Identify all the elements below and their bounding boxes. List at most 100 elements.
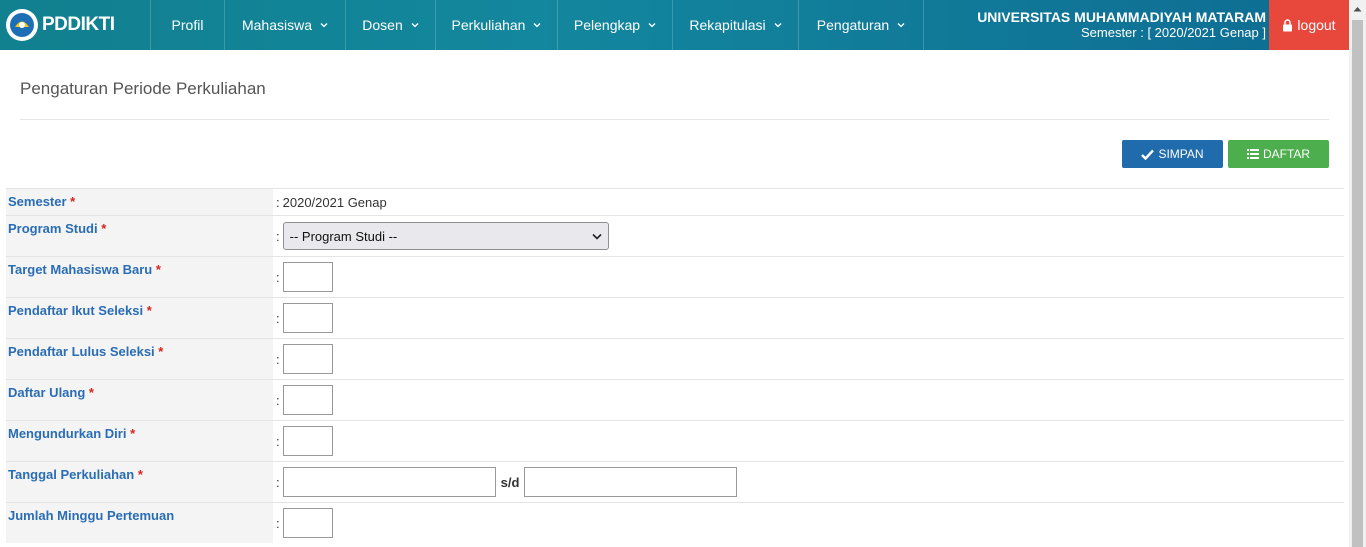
label-text: Tanggal Perkuliahan xyxy=(8,467,135,482)
field-label: Target Mahasiswa Baru * xyxy=(6,257,273,297)
list-label: DAFTAR xyxy=(1262,147,1311,161)
field-value: : xyxy=(273,257,1344,297)
label-text: Daftar Ulang xyxy=(8,385,86,400)
nav-pengaturan[interactable]: Pengaturan xyxy=(798,0,924,50)
nav-label: Dosen xyxy=(362,17,403,33)
label-text: Mengundurkan Diri xyxy=(8,426,127,441)
colon: : xyxy=(276,474,280,490)
label-text: Pendaftar Ikut Seleksi xyxy=(8,303,144,318)
semester-value: 2020/2021 Genap xyxy=(282,194,387,210)
chevron-down-icon xyxy=(411,23,419,28)
tanggal-mulai-input[interactable] xyxy=(282,467,496,497)
field-value: : xyxy=(273,421,1344,461)
mengundurkan-input[interactable] xyxy=(282,426,333,456)
program-studi-select[interactable]: -- Program Studi -- xyxy=(282,222,609,250)
field-value: : xyxy=(273,380,1344,420)
nav-label: Profil xyxy=(171,17,204,33)
field-value: : xyxy=(273,503,1344,543)
row-jumlah-minggu: Jumlah Minggu Pertemuan : xyxy=(6,502,1344,543)
scrollbar-thumb[interactable] xyxy=(1352,20,1363,547)
field-value: : -- Program Studi -- xyxy=(273,216,1344,256)
nav-label: Pengaturan xyxy=(816,17,890,33)
chevron-down-icon xyxy=(320,23,328,28)
nav-perkuliahan[interactable]: Perkuliahan xyxy=(435,0,557,50)
field-label: Pendaftar Ikut Seleksi * xyxy=(6,298,273,338)
nav-profil[interactable]: Profil xyxy=(150,0,224,50)
date-range-separator: s/d xyxy=(500,474,520,490)
nav-pelengkap[interactable]: Pelengkap xyxy=(557,0,672,50)
row-program-studi: Program Studi * : -- Program Studi -- xyxy=(6,215,1344,256)
row-daftar-ulang: Daftar Ulang * : xyxy=(6,379,1344,420)
required-mark: * xyxy=(101,221,107,236)
label-text: Pendaftar Lulus Seleksi xyxy=(8,344,155,359)
list-button[interactable]: DAFTAR xyxy=(1228,140,1329,168)
tanggal-selesai-input[interactable] xyxy=(524,467,738,497)
nav-label: Pelengkap xyxy=(573,17,641,33)
row-semester: Semester * :2020/2021 Genap xyxy=(6,188,1344,215)
field-value: :2020/2021 Genap xyxy=(273,189,1344,215)
label-text: Program Studi xyxy=(8,221,98,236)
field-label: Daftar Ulang * xyxy=(6,380,273,420)
scroll-up-icon[interactable] xyxy=(1349,0,1366,17)
nav-rekapitulasi[interactable]: Rekapitulasi xyxy=(672,0,798,50)
select-value: -- Program Studi -- xyxy=(289,228,398,244)
row-lulus-seleksi: Pendaftar Lulus Seleksi * : xyxy=(6,338,1344,379)
colon: : xyxy=(276,392,280,408)
university-info: UNIVERSITAS MUHAMMADIYAH MATARAM Semeste… xyxy=(977,0,1266,50)
field-label: Program Studi * xyxy=(6,216,273,256)
nav-label: Perkuliahan xyxy=(451,17,526,33)
colon: : xyxy=(276,351,280,367)
field-label: Mengundurkan Diri * xyxy=(6,421,273,461)
target-input[interactable] xyxy=(282,262,333,292)
chevron-down-icon xyxy=(774,23,782,28)
divider xyxy=(20,119,1329,120)
chevron-down-icon xyxy=(897,23,905,28)
field-value: : s/d xyxy=(273,462,1344,502)
label-text: Semester xyxy=(8,194,67,209)
nav-label: Rekapitulasi xyxy=(689,17,766,33)
colon: : xyxy=(276,269,280,285)
periode-form: Semester * :2020/2021 Genap Program Stud… xyxy=(6,188,1344,543)
required-mark: * xyxy=(146,303,152,318)
nav-label: Mahasiswa xyxy=(241,17,313,33)
university-name: UNIVERSITAS MUHAMMADIYAH MATARAM xyxy=(977,9,1266,25)
logout-button[interactable]: logout xyxy=(1269,0,1349,50)
colon: : xyxy=(276,310,280,326)
field-label: Tanggal Perkuliahan * xyxy=(6,462,273,502)
row-tanggal-perkuliahan: Tanggal Perkuliahan * : s/d xyxy=(6,461,1344,502)
colon: : xyxy=(276,515,280,531)
nav-mahasiswa[interactable]: Mahasiswa xyxy=(224,0,345,50)
daftar-ulang-input[interactable] xyxy=(282,385,333,415)
required-mark: * xyxy=(155,262,161,277)
required-mark: * xyxy=(158,344,164,359)
lock-icon xyxy=(1283,18,1293,31)
field-label: Jumlah Minggu Pertemuan xyxy=(6,503,273,543)
brand[interactable]: PDDIKTI xyxy=(0,0,150,50)
required-mark: * xyxy=(130,426,136,441)
logout-label: logout xyxy=(1297,17,1336,33)
jumlah-minggu-input[interactable] xyxy=(282,508,333,538)
label-text: Jumlah Minggu Pertemuan xyxy=(8,508,175,523)
required-mark: * xyxy=(70,194,76,209)
lulus-seleksi-input[interactable] xyxy=(282,344,333,374)
page-title: Pengaturan Periode Perkuliahan xyxy=(20,79,266,98)
save-label: SIMPAN xyxy=(1158,147,1204,161)
chevron-down-icon xyxy=(592,233,602,240)
brand-name: PDDIKTI xyxy=(42,14,115,35)
field-value: : xyxy=(273,339,1344,379)
required-mark: * xyxy=(137,467,143,482)
tut-wuri-logo-icon xyxy=(6,9,38,41)
ikut-seleksi-input[interactable] xyxy=(282,303,333,333)
chevron-down-icon xyxy=(648,23,656,28)
field-label: Pendaftar Lulus Seleksi * xyxy=(6,339,273,379)
row-target: Target Mahasiswa Baru * : xyxy=(6,256,1344,297)
nav-dosen[interactable]: Dosen xyxy=(345,0,435,50)
save-button[interactable]: SIMPAN xyxy=(1122,140,1223,168)
label-text: Target Mahasiswa Baru xyxy=(8,262,153,277)
field-value: : xyxy=(273,298,1344,338)
vertical-scrollbar[interactable] xyxy=(1349,0,1366,547)
field-label: Semester * xyxy=(6,189,273,215)
check-icon xyxy=(1141,149,1155,160)
colon: : xyxy=(276,433,280,449)
list-icon xyxy=(1246,149,1259,159)
